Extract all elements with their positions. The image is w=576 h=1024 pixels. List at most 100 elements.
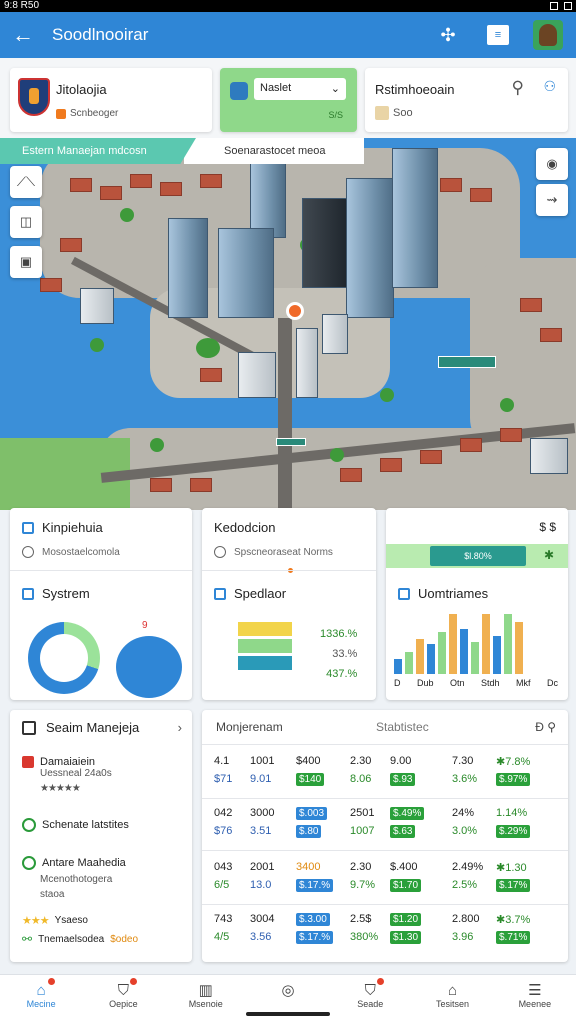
table-cell: 2001 (250, 861, 275, 873)
calendar-icon (22, 720, 36, 735)
table-header-actions[interactable]: Ð ⚲ (535, 720, 556, 734)
home-indicator[interactable] (246, 1012, 330, 1016)
status-icons (550, 0, 572, 12)
table-cell: $400 (296, 755, 321, 767)
search-icon[interactable]: ⚲ (512, 78, 524, 98)
map-house (500, 428, 522, 442)
percent-list: 1336.% 33.% 437.% (320, 624, 357, 684)
nav-item-menu[interactable]: ☰ Meenee (494, 975, 576, 1024)
population-card-title: Kinpiehuia (42, 520, 103, 535)
table-cell: 13.0 (250, 879, 272, 891)
x-tick-label: Dc (546, 678, 558, 688)
table-row[interactable]: 4.1 1001 $400 2.30 9.00 7.30 ✱7.8% $71 9… (214, 752, 558, 788)
uomtriames-section-header: Uomtriames (398, 586, 488, 601)
table-row[interactable]: 043 2001 3400 2.30 $.400 2.49% ✱1.30 6/5… (214, 858, 558, 894)
value-chip: $.49% (390, 806, 425, 820)
table-cell: 1.14% (496, 807, 528, 819)
agency-card-title: Jitolaojia (56, 82, 107, 97)
list-item[interactable]: Antare Maahedia Mcenothotogera staoa (22, 856, 126, 900)
map-route-icon[interactable]: ⇝ (536, 184, 568, 216)
list-item[interactable]: Schenate latstites (22, 818, 129, 832)
list-item-title: Schenate latstites (42, 819, 129, 831)
document-button[interactable]: ≡ (482, 19, 514, 51)
bar-chart-x-labels: D Dub Otn Stdh Mkf Dc (394, 678, 558, 688)
image-icon (375, 106, 389, 120)
table-cell: 8.06 (350, 773, 372, 785)
population-card[interactable]: Kinpiehuia Mosostaelcomola Systrem 9 (10, 508, 192, 700)
metric-pill[interactable]: $l.80% (430, 546, 526, 566)
value-chip: $.29% (496, 824, 531, 838)
map-banner-left[interactable]: Estern Manaejan mdcosn (0, 138, 196, 164)
map-tree (196, 338, 220, 358)
home-icon: ⌂ (31, 978, 56, 999)
stacked-bars (238, 622, 292, 673)
list-item[interactable]: ⚯ Tnemaelsodea $odeo (22, 932, 138, 946)
rating-stars: ★★★★★ (40, 783, 81, 794)
table-cell: 3.0% (452, 825, 478, 837)
status-bar: 9:8 R50 (0, 0, 576, 12)
agency-card[interactable]: Jitolaojia Scnbeoger (10, 68, 212, 132)
notification-badge (130, 978, 138, 985)
recommendation-card[interactable]: Rstimhoeoain ⚲ ⚇ Soo (365, 68, 568, 132)
table-row[interactable]: 042 3000 $.003 2501 $.49% 24% 1.14% $76 … (214, 804, 558, 840)
map-house (470, 188, 492, 202)
stacked-bar-green (238, 639, 292, 653)
bar-chart-bar (460, 629, 468, 674)
table-cell: ✱1.30 (496, 861, 527, 874)
agency-shield-icon (18, 78, 50, 116)
percent-value: 1336.% (320, 628, 358, 640)
map-tool-camera-icon[interactable]: ◫ (10, 206, 42, 238)
checkbox-icon (214, 587, 226, 600)
list-item[interactable]: Damaiaiein Uessneal 24a0s ★★★★★ (22, 756, 112, 794)
list-item-orange: $odeo (110, 933, 139, 945)
unit-metrics-card[interactable]: $ $ $l.80% ✱ Uomtriames D Dub Otn Stdh M… (386, 508, 568, 700)
list-item[interactable]: ★★★ Ysaeso (22, 914, 88, 927)
back-arrow-icon[interactable]: ← (12, 22, 42, 48)
profile-button[interactable] (532, 19, 564, 51)
value-chip: $1.20 (390, 912, 422, 926)
map-house (130, 174, 152, 188)
map-sign (276, 438, 306, 446)
nav-item-home[interactable]: ⌂ Mecine (0, 975, 82, 1024)
nav-item-alert[interactable]: ⛉ Seade (329, 975, 411, 1024)
map-tool-layer-icon[interactable]: ▣ (10, 246, 42, 278)
nav-item-shield[interactable]: ⛉ Oepice (82, 975, 164, 1024)
table-row[interactable]: 743 3004 $.3.00 2.5$ $1.20 2.800 ✱3.7% 4… (214, 910, 558, 946)
table-cell: ✱7.8% (496, 755, 531, 768)
map-house (100, 186, 122, 200)
location-pin-icon[interactable] (286, 302, 304, 320)
notification-badge (48, 978, 56, 985)
nav-item-location[interactable]: ◎ (247, 975, 329, 1024)
list-item-sub: Mcenothotogera (40, 874, 113, 885)
value-chip: $.17.% (296, 878, 334, 892)
clock-icon (214, 546, 226, 558)
map-banner-right[interactable]: Soenarastocet meoa (184, 138, 364, 164)
table-cell: 9.00 (390, 755, 412, 767)
nav-label: Tesitsen (436, 999, 470, 1009)
city-map[interactable]: Estern Manaejan mdcosn Soenarastocet meo… (0, 138, 576, 510)
map-house (440, 178, 462, 192)
map-tool-road-icon[interactable]: ⟋⟍ (10, 166, 42, 198)
leaf-icon (22, 856, 36, 870)
map-house (200, 174, 222, 188)
table-cell: $76 (214, 825, 233, 837)
user-add-icon[interactable]: ⚇ (543, 78, 556, 95)
select-dropdown[interactable]: Naslet ⌄ (254, 78, 346, 100)
nav-item-house[interactable]: ⌂ Tesitsen (411, 975, 493, 1024)
map-tree (90, 338, 104, 352)
network-icon[interactable]: ✣ (432, 19, 464, 51)
uomtriames-section-label: Uomtriames (418, 586, 489, 601)
nav-label: Meenee (518, 999, 552, 1009)
divider (202, 798, 568, 799)
system-manager-header[interactable]: Seaim Manejeja › (22, 720, 182, 735)
star-icon[interactable]: ✱ (544, 548, 554, 562)
donut-chart (28, 622, 100, 694)
list-item-title: Antare Maahedia (42, 857, 126, 869)
distribution-card[interactable]: Kedodcion Spscneoraseat Norms Spedlaor 1… (202, 508, 376, 700)
chevron-right-icon[interactable]: › (178, 720, 182, 735)
map-house (190, 478, 212, 492)
nav-item-building[interactable]: ▥ Msenoie (165, 975, 247, 1024)
top-cards-strip: Jitolaojia Scnbeoger Naslet ⌄ S/S Rstimho… (0, 58, 576, 138)
map-compass-icon[interactable]: ◉ (536, 148, 568, 180)
value-chip: $.80 (296, 824, 322, 838)
